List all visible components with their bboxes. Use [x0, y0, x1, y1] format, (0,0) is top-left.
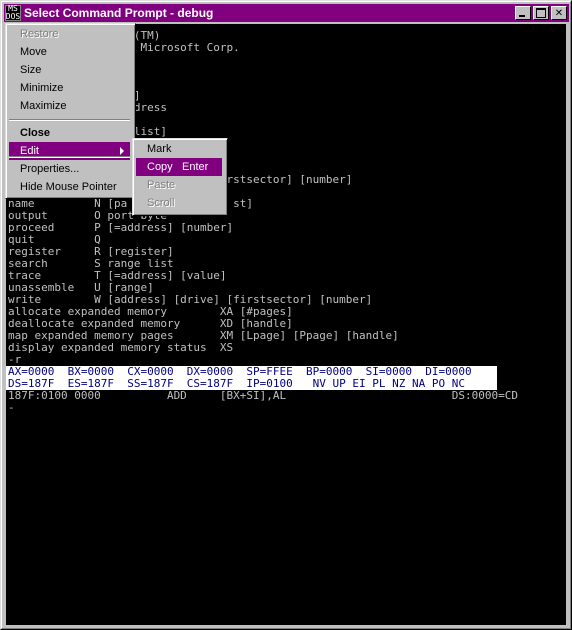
menu-item-size[interactable]: Size [9, 61, 130, 79]
menu-item-label: Hide Mouse Pointer [20, 181, 117, 193]
menu-item-maximize[interactable]: Maximize [9, 97, 130, 115]
menu-item-close[interactable]: Close [9, 124, 130, 142]
submenu-item-label: Scroll [147, 197, 175, 209]
window-title: Select Command Prompt - debug [24, 6, 214, 20]
minimize-button[interactable] [515, 6, 531, 20]
submenu-item-paste: Paste [136, 176, 222, 194]
maximize-icon [536, 8, 546, 18]
submenu-item-mark[interactable]: Mark [136, 140, 222, 158]
menu-item-label: Restore [20, 28, 59, 40]
console-line: - [8, 401, 15, 414]
ms-dos-icon[interactable]: MS DOS [5, 5, 21, 21]
command-prompt-window: MS DOS Select Command Prompt - debug ✕ w… [0, 0, 572, 630]
submenu-arrow-icon [120, 147, 124, 155]
menu-item-label: Minimize [20, 82, 64, 94]
maximize-button[interactable] [533, 6, 549, 20]
menu-item-hide-mouse-pointer[interactable]: Hide Mouse Pointer [9, 178, 130, 196]
system-menu: Restore Move Size Minimize Maximize Close Edit… [5, 23, 136, 199]
minimize-icon [519, 15, 525, 17]
menu-item-properties[interactable]: Properties... [9, 160, 130, 178]
close-button[interactable]: ✕ [551, 6, 567, 20]
edit-submenu: Mark Copy Enter Paste Scroll [132, 138, 228, 216]
menu-item-restore: Restore [9, 25, 130, 43]
menu-separator [9, 156, 130, 158]
menu-item-minimize[interactable]: Minimize [9, 79, 130, 97]
console-line: display expanded memory status XS [8, 341, 234, 354]
submenu-item-label: Paste [147, 179, 176, 191]
console-line: 187F:0100 0000 ADD [BX+SI],AL DS:0000=CD [8, 389, 518, 402]
menu-item-move[interactable]: Move [9, 43, 130, 61]
menu-item-label: Size [20, 64, 42, 76]
submenu-item-scroll: Scroll [136, 194, 222, 212]
submenu-item-shortcut: Enter [182, 161, 209, 173]
icon-text-bottom: DOS [5, 12, 21, 21]
submenu-item-label: Mark [147, 143, 172, 155]
menu-item-label: Properties... [20, 163, 80, 175]
submenu-item-label: Copy [147, 161, 173, 173]
menu-separator [9, 119, 130, 121]
title-bar[interactable]: MS DOS Select Command Prompt - debug ✕ [4, 4, 569, 22]
menu-item-label: Close [20, 127, 50, 139]
menu-item-label: Maximize [20, 100, 67, 112]
submenu-item-copy[interactable]: Copy Enter [136, 158, 222, 176]
menu-item-label: Move [20, 46, 47, 58]
close-icon: ✕ [554, 7, 564, 19]
